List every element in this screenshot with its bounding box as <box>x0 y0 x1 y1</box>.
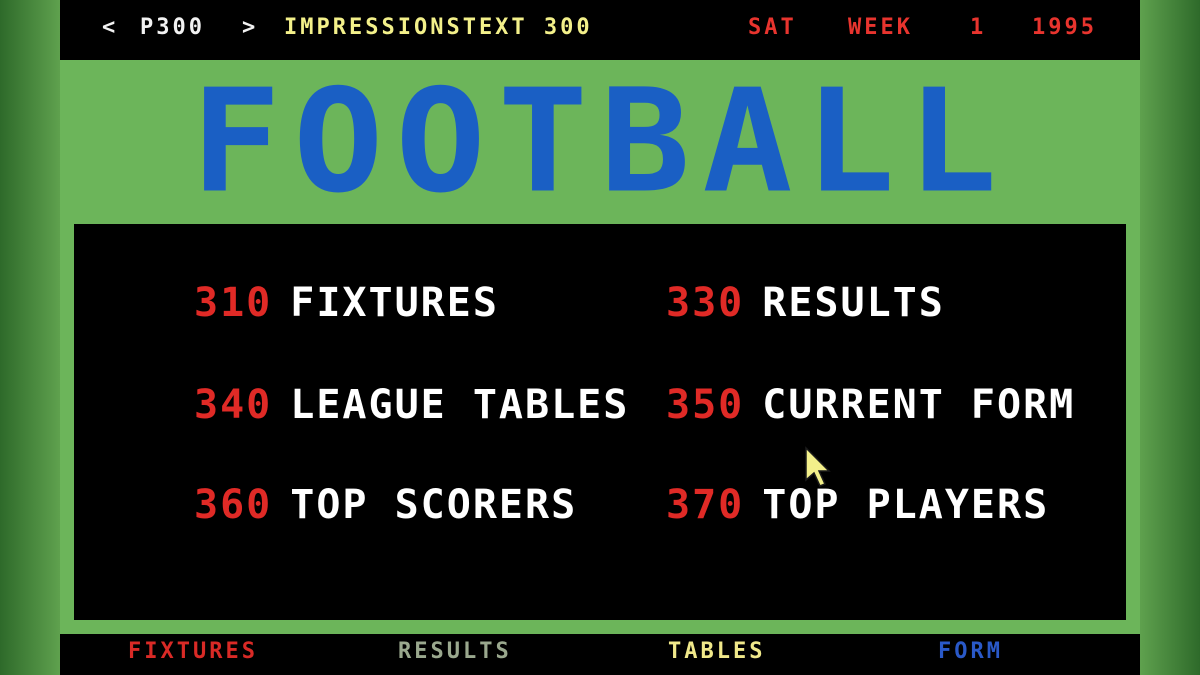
header-bar: < P300 > IMPRESSIONSTEXT 300 SAT WEEK 1 … <box>60 0 1140 60</box>
day-label: SAT <box>748 15 797 40</box>
fastext-tables-link[interactable]: TABLES <box>668 639 765 664</box>
menu-item-current-form[interactable]: 350 CURRENT FORM <box>666 382 1075 428</box>
menu-item-number: 330 <box>666 280 745 326</box>
menu-item-league-tables[interactable]: 340 LEAGUE TABLES <box>194 382 629 428</box>
menu-item-label: RESULTS <box>762 280 945 326</box>
week-label: WEEK <box>848 15 913 40</box>
menu-item-label: FIXTURES <box>290 280 499 326</box>
fastext-form-link[interactable]: FORM <box>938 639 1003 664</box>
mouse-pointer-icon <box>805 446 831 487</box>
page-title: FOOTBALL <box>190 59 1010 225</box>
menu-item-label: LEAGUE TABLES <box>290 382 630 428</box>
menu-item-number: 310 <box>194 280 273 326</box>
service-name: IMPRESSIONSTEXT 300 <box>284 15 593 40</box>
fastext-fixtures-link[interactable]: FIXTURES <box>128 639 258 664</box>
year: 1995 <box>1032 15 1097 40</box>
teletext-screen: < P300 > IMPRESSIONSTEXT 300 SAT WEEK 1 … <box>60 0 1140 675</box>
previous-page-arrow[interactable]: < <box>102 15 118 40</box>
menu-item-results[interactable]: 330 RESULTS <box>666 280 945 326</box>
menu-panel: 310 FIXTURES 330 RESULTS 340 LEAGUE TABLES … <box>74 224 1126 620</box>
menu-item-label: CURRENT FORM <box>762 382 1076 428</box>
menu-item-number: 370 <box>666 482 745 528</box>
menu-item-number: 350 <box>666 382 745 428</box>
next-page-arrow[interactable]: > <box>242 15 258 40</box>
fastext-results-link[interactable]: RESULTS <box>398 639 512 664</box>
menu-item-number: 340 <box>194 382 273 428</box>
menu-item-number: 360 <box>194 482 273 528</box>
page-number: P300 <box>140 15 205 40</box>
menu-item-label: TOP SCORERS <box>290 482 578 528</box>
menu-item-fixtures[interactable]: 310 FIXTURES <box>194 280 499 326</box>
fastext-bar: FIXTURES RESULTS TABLES FORM <box>60 634 1140 675</box>
week-number: 1 <box>970 15 987 40</box>
menu-item-top-scorers[interactable]: 360 TOP SCORERS <box>194 482 577 528</box>
menu-item-top-players[interactable]: 370 TOP PLAYERS <box>666 482 1049 528</box>
display: < P300 > IMPRESSIONSTEXT 300 SAT WEEK 1 … <box>0 0 1200 675</box>
